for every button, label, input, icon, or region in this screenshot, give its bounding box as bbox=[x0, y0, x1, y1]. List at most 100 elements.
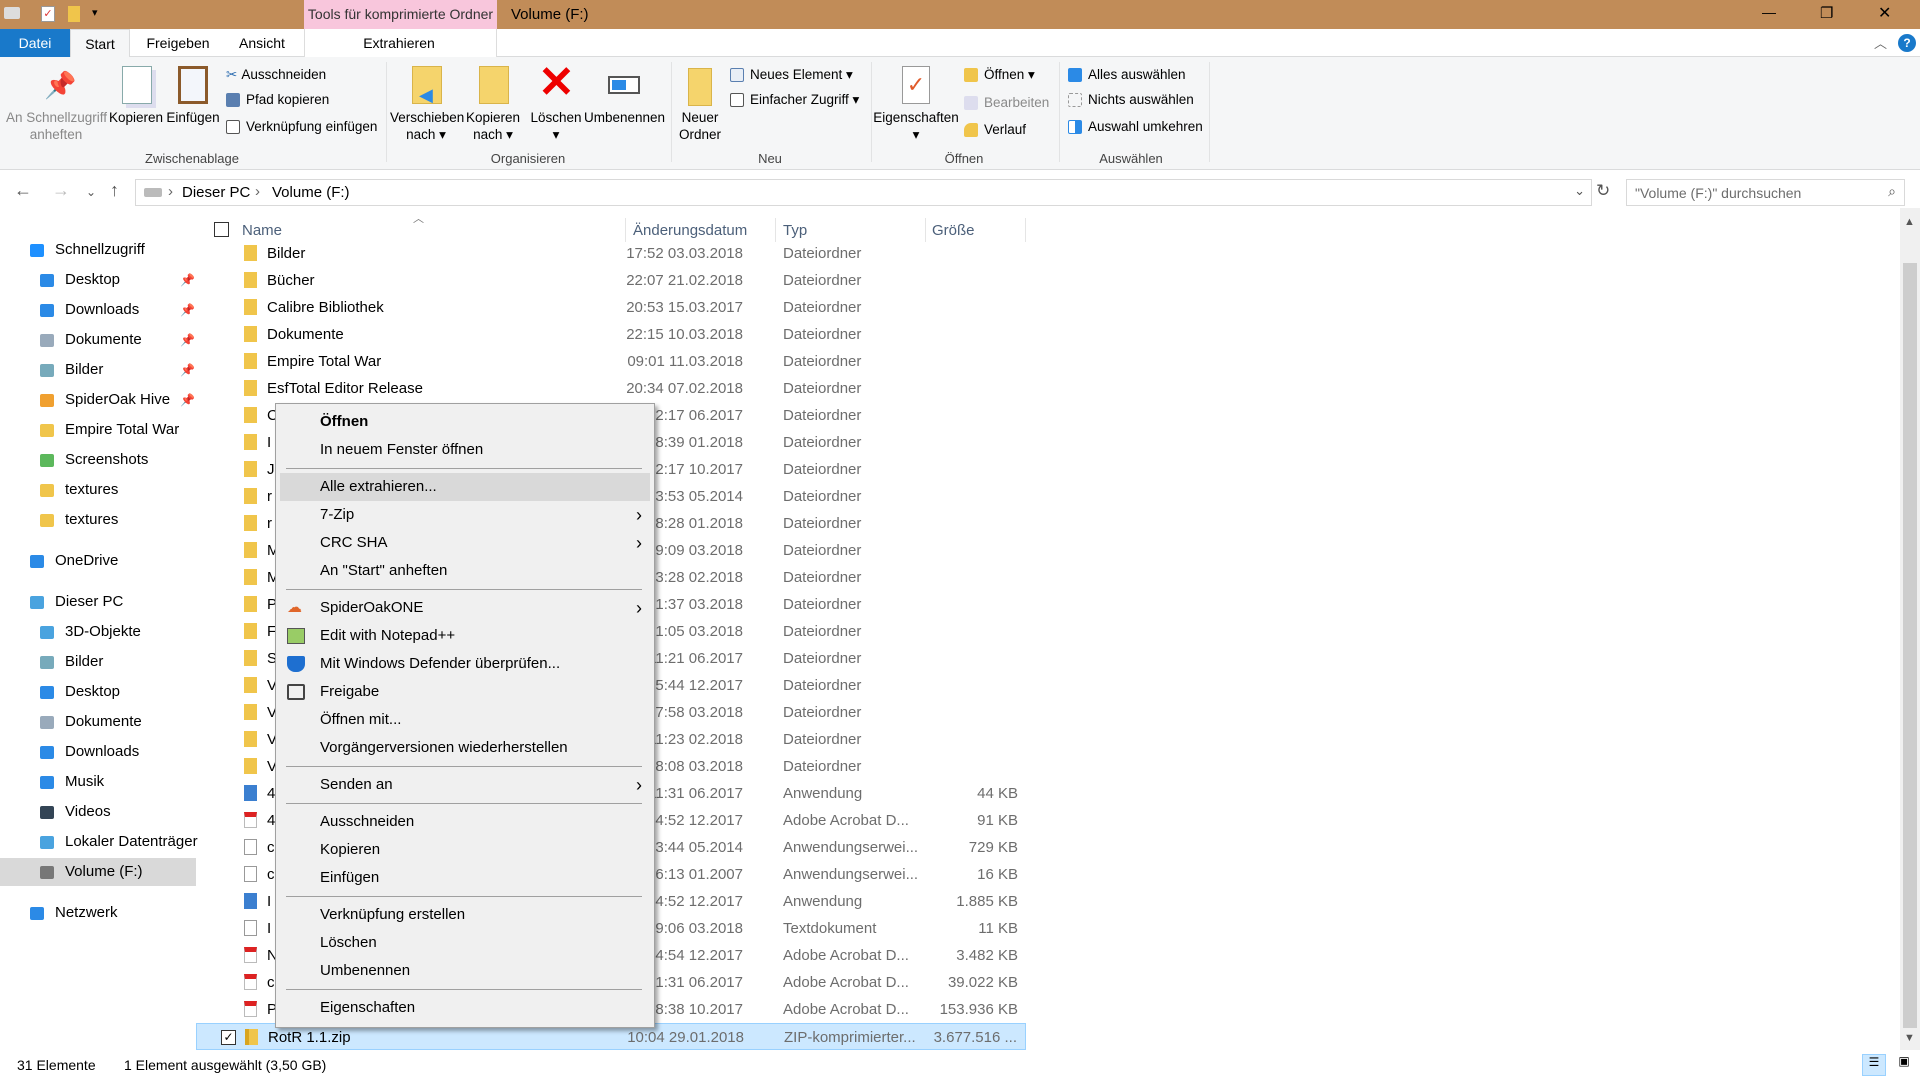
sidebar-item-spideroak-hive[interactable]: SpiderOak Hive 📌 bbox=[0, 386, 196, 414]
breadcrumb-dieser-pc[interactable]: Dieser PC bbox=[182, 184, 250, 201]
open-button[interactable]: Öffnen ▾ bbox=[964, 64, 1035, 86]
sidebar-item-bilder[interactable]: Bilder 📌 bbox=[0, 356, 196, 384]
breadcrumb-volume[interactable]: Volume (F:) bbox=[272, 184, 350, 201]
copy-to-button[interactable]: Kopieren nach ▾ bbox=[463, 109, 523, 143]
menu-item-crc-sha[interactable]: CRC SHA › bbox=[280, 529, 650, 557]
back-button[interactable]: ← bbox=[14, 180, 32, 201]
tab-extrahieren[interactable]: Extrahieren bbox=[350, 29, 448, 57]
sidebar-item-downloads[interactable]: Downloads bbox=[0, 738, 196, 766]
details-view-button[interactable]: ☰ bbox=[1862, 1054, 1886, 1076]
sidebar-item-3d-objekte[interactable]: 3D-Objekte bbox=[0, 618, 196, 646]
sidebar-item-desktop[interactable]: Desktop bbox=[0, 678, 196, 706]
move-to-button[interactable]: Verschieben nach ▾ bbox=[390, 109, 464, 143]
tab-freigeben[interactable]: Freigeben bbox=[140, 29, 216, 57]
file-row[interactable]: Calibre Bibliothek 15.03.2017 20:53 Dateio… bbox=[196, 294, 1026, 321]
sidebar-item-empire-total-war[interactable]: Empire Total War bbox=[0, 416, 196, 444]
file-row[interactable]: Bilder 03.03.2018 17:52 Dateiordner bbox=[196, 240, 1026, 267]
file-row[interactable]: Bücher 21.02.2018 22:07 Dateiordner bbox=[196, 267, 1026, 294]
paste-button[interactable]: Einfügen bbox=[166, 109, 220, 126]
scrollbar-thumb[interactable] bbox=[1903, 263, 1917, 1028]
menu-item-eigenschaften[interactable]: Eigenschaften bbox=[280, 994, 650, 1022]
tab-start[interactable]: Start bbox=[70, 29, 130, 58]
minimize-button[interactable]: — bbox=[1762, 4, 1776, 20]
sidebar-item-dokumente[interactable]: Dokumente 📌 bbox=[0, 326, 196, 354]
file-row[interactable]: EsfTotal Editor Release 07.02.2018 20:34 D… bbox=[196, 375, 1026, 402]
pin-icon[interactable]: 📌 bbox=[180, 386, 195, 414]
select-all-button[interactable]: Alles auswählen bbox=[1068, 64, 1186, 86]
pin-icon[interactable]: 📌 bbox=[180, 356, 195, 384]
rename-button[interactable]: Umbenennen bbox=[584, 109, 665, 126]
new-folder-button[interactable]: Neuer Ordner bbox=[672, 109, 728, 143]
scroll-up-arrow[interactable]: ▲ bbox=[1904, 216, 1915, 228]
menu-item-edit-with-notepad[interactable]: Edit with Notepad++ bbox=[280, 622, 650, 650]
properties-quick-icon[interactable]: ✓ bbox=[41, 6, 55, 22]
up-button[interactable]: ↑ bbox=[110, 180, 119, 201]
sidebar-item-videos[interactable]: Videos bbox=[0, 798, 196, 826]
menu-item-l-schen[interactable]: Löschen bbox=[280, 929, 650, 957]
menu-item-ausschneiden[interactable]: Ausschneiden bbox=[280, 808, 650, 836]
sidebar-item-textures[interactable]: textures bbox=[0, 476, 196, 504]
column-divider[interactable] bbox=[925, 218, 926, 242]
menu-item-ffnen-mit[interactable]: Öffnen mit... bbox=[280, 706, 650, 734]
sidebar-item-volume-f-[interactable]: Volume (F:) bbox=[0, 858, 196, 886]
close-button[interactable]: ✕ bbox=[1878, 3, 1891, 23]
sidebar-item-textures[interactable]: textures bbox=[0, 506, 196, 534]
menu-item-in-neuem-fenster-ffnen[interactable]: In neuem Fenster öffnen bbox=[280, 436, 650, 464]
properties-button[interactable]: Eigenschaften ▾ bbox=[872, 109, 960, 143]
restore-button[interactable]: ❐ bbox=[1820, 4, 1833, 22]
menu-item-verkn-pfung-erstellen[interactable]: Verknüpfung erstellen bbox=[280, 901, 650, 929]
select-all-checkbox[interactable] bbox=[214, 222, 229, 237]
menu-item-freigabe[interactable]: Freigabe bbox=[280, 678, 650, 706]
paste-shortcut-button[interactable]: Verknüpfung einfügen bbox=[226, 116, 377, 138]
tab-ansicht[interactable]: Ansicht bbox=[232, 29, 292, 57]
menu-item-7-zip[interactable]: 7-Zip › bbox=[280, 501, 650, 529]
pin-quick-access-button[interactable]: An Schnellzugriff anheften bbox=[6, 109, 107, 143]
row-checkbox[interactable]: ✓ bbox=[221, 1030, 236, 1045]
select-none-button[interactable]: Nichts auswählen bbox=[1068, 89, 1194, 111]
history-button[interactable]: Verlauf bbox=[964, 119, 1026, 141]
file-row[interactable]: Empire Total War 11.03.2018 09:01 Dateiord… bbox=[196, 348, 1026, 375]
help-icon[interactable]: ? bbox=[1898, 34, 1916, 52]
menu-item-an-start-anheften[interactable]: An "Start" anheften bbox=[280, 557, 650, 585]
menu-item-mit-windows-defender-berpr-fen[interactable]: Mit Windows Defender überprüfen... bbox=[280, 650, 650, 678]
pin-icon[interactable]: 📌 bbox=[180, 296, 195, 324]
menu-item-kopieren[interactable]: Kopieren bbox=[280, 836, 650, 864]
invert-selection-button[interactable]: Auswahl umkehren bbox=[1068, 116, 1203, 138]
search-icon[interactable]: ⌕ bbox=[1888, 183, 1896, 200]
forward-button[interactable]: → bbox=[52, 180, 70, 201]
menu-item-spideroakone[interactable]: SpiderOakONE ☁ › bbox=[280, 594, 650, 622]
easy-access-button[interactable]: Einfacher Zugriff ▾ bbox=[730, 89, 859, 111]
sidebar-item-bilder[interactable]: Bilder bbox=[0, 648, 196, 676]
column-divider[interactable] bbox=[775, 218, 776, 242]
edit-button[interactable]: Bearbeiten bbox=[964, 92, 1049, 114]
sidebar-item-musik[interactable]: Musik bbox=[0, 768, 196, 796]
copy-path-button[interactable]: Pfad kopieren bbox=[226, 89, 329, 111]
refresh-button[interactable]: ↻ bbox=[1596, 181, 1610, 201]
sidebar-item-desktop[interactable]: Desktop 📌 bbox=[0, 266, 196, 294]
sidebar-item-dokumente[interactable]: Dokumente bbox=[0, 708, 196, 736]
sidebar-item-onedrive[interactable]: OneDrive bbox=[0, 547, 196, 575]
column-divider[interactable] bbox=[1025, 218, 1026, 242]
delete-button[interactable]: Löschen ▾ bbox=[526, 109, 586, 143]
sidebar-item-lokaler-datentr-ger[interactable]: Lokaler Datenträger bbox=[0, 828, 198, 856]
address-dropdown-icon[interactable]: ⌄ bbox=[1574, 183, 1585, 199]
menu-item-alle-extrahieren[interactable]: Alle extrahieren... bbox=[280, 473, 650, 501]
column-header-type[interactable]: Typ bbox=[783, 222, 807, 239]
pin-icon[interactable]: 📌 bbox=[180, 326, 195, 354]
sidebar-item-downloads[interactable]: Downloads 📌 bbox=[0, 296, 196, 324]
collapse-ribbon-icon[interactable]: ︿ bbox=[1874, 33, 1887, 52]
menu-item-senden-an[interactable]: Senden an › bbox=[280, 771, 650, 799]
cut-button[interactable]: ✂ Ausschneiden bbox=[226, 64, 326, 86]
recent-locations-button[interactable]: ⌄ bbox=[86, 185, 96, 199]
new-item-button[interactable]: Neues Element ▾ bbox=[730, 64, 853, 86]
search-box[interactable]: "Volume (F:)" durchsuchen ⌕ bbox=[1626, 179, 1905, 206]
menu-item-umbenennen[interactable]: Umbenennen bbox=[280, 957, 650, 985]
pin-icon[interactable]: 📌 bbox=[180, 266, 195, 294]
new-folder-quick-icon[interactable] bbox=[68, 6, 80, 22]
scroll-down-arrow[interactable]: ▼ bbox=[1904, 1032, 1915, 1044]
customize-quick-access-icon[interactable]: ▾ bbox=[92, 6, 98, 19]
sidebar-item-dieser-pc[interactable]: Dieser PC bbox=[0, 588, 196, 616]
column-header-size[interactable]: Größe bbox=[932, 222, 975, 239]
tab-datei[interactable]: Datei bbox=[0, 29, 70, 57]
column-header-date[interactable]: Änderungsdatum bbox=[633, 222, 747, 239]
